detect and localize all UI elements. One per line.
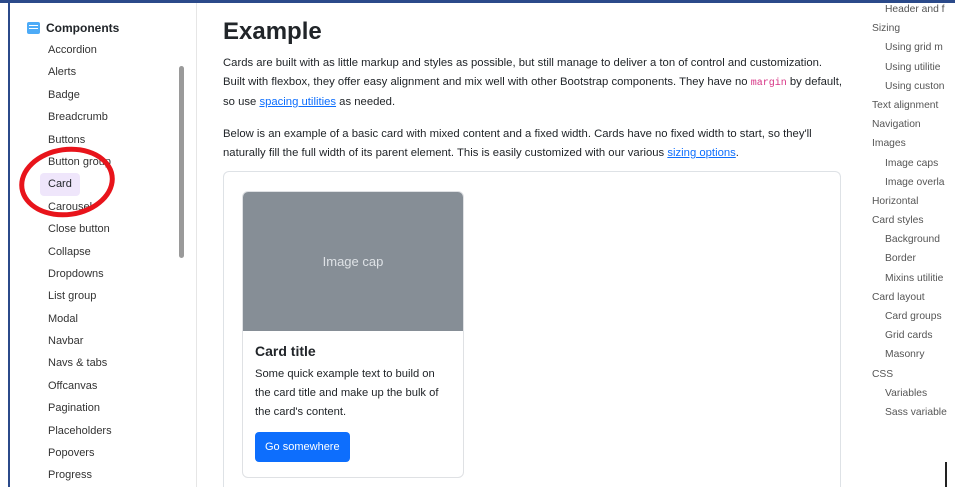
toc-item-images[interactable]: Images [872, 134, 947, 153]
sidebar-item-list-group[interactable]: List group [40, 285, 120, 307]
sidebar-item-breadcrumb[interactable]: Breadcrumb [40, 106, 120, 128]
sidebar-item-pagination[interactable]: Pagination [40, 397, 120, 419]
sidebar-item-button-group[interactable]: Button group [40, 151, 120, 173]
toc-item-css[interactable]: CSS [872, 365, 947, 384]
toc-item-image-caps[interactable]: Image caps [872, 154, 947, 173]
sidebar-item-carousel[interactable]: Carousel [40, 196, 120, 218]
toc-item-variables[interactable]: Variables [872, 384, 947, 403]
example-paragraph: Below is an example of a basic card with… [223, 125, 843, 163]
toc-item-header-and-f[interactable]: Header and f [872, 3, 947, 19]
toc-item-image-overla[interactable]: Image overla [872, 173, 947, 192]
toc-item-background[interactable]: Background [872, 230, 947, 249]
page-title: Example [223, 18, 322, 45]
sizing-options-link[interactable]: sizing options [667, 147, 735, 159]
toc-item-text-alignment[interactable]: Text alignment [872, 96, 947, 115]
toc-item-sass-variable[interactable]: Sass variable [872, 403, 947, 422]
toc-item-masonry[interactable]: Masonry [872, 345, 947, 364]
toc-item-using-grid-m[interactable]: Using grid m [872, 38, 947, 57]
sidebar-item-alerts[interactable]: Alerts [40, 61, 120, 83]
intro-text-1: Cards are built with as little markup an… [223, 57, 823, 88]
toc-item-border[interactable]: Border [872, 249, 947, 268]
sidebar-item-card[interactable]: Card [40, 173, 80, 196]
card-title: Card title [255, 343, 316, 359]
sidebar-item-progress[interactable]: Progress [40, 464, 120, 486]
toc-item-grid-cards[interactable]: Grid cards [872, 326, 947, 345]
toc-item-navigation[interactable]: Navigation [872, 115, 947, 134]
card-image-cap: Image cap [243, 192, 463, 331]
table-of-contents: Header and f Sizing Using grid m Using util… [872, 3, 955, 487]
intro-paragraph: Cards are built with as little markup an… [223, 54, 843, 112]
card-body: Card title Some quick example text to bu… [243, 331, 463, 474]
toc-list: Header and f Sizing Using grid m Using util… [872, 3, 947, 422]
margin-code: margin [750, 78, 787, 89]
sidebar-item-accordion[interactable]: Accordion [40, 39, 120, 61]
sidebar-item-navbar[interactable]: Navbar [40, 330, 120, 352]
toc-item-mixins-utilitie[interactable]: Mixins utilitie [872, 269, 947, 288]
intro-text-3: as needed. [336, 96, 396, 108]
card-text: Some quick example text to build on the … [255, 368, 439, 418]
sidebar-list: Accordion Alerts Badge Breadcrumb Buttons But… [40, 39, 120, 487]
card-image-cap-label: Image cap [322, 254, 384, 269]
sidebar-item-badge[interactable]: Badge [40, 84, 120, 106]
sidebar-section-label: Components [46, 21, 120, 35]
toc-item-using-utilitie[interactable]: Using utilitie [872, 58, 947, 77]
sidebar-item-close-button[interactable]: Close button [40, 218, 120, 240]
go-somewhere-button[interactable]: Go somewhere [255, 432, 350, 462]
example-text-2: . [735, 147, 739, 159]
sidebar-item-placeholders[interactable]: Placeholders [40, 420, 120, 442]
components-icon [27, 22, 40, 34]
sidebar-item-collapse[interactable]: Collapse [40, 241, 120, 263]
sidebar-item-modal[interactable]: Modal [40, 308, 120, 330]
spacing-utilities-link[interactable]: spacing utilities [259, 96, 336, 108]
toc-item-using-custon[interactable]: Using custon [872, 77, 947, 96]
sidebar-item-popovers[interactable]: Popovers [40, 442, 120, 464]
sidebar-scrollbar-thumb[interactable] [179, 66, 184, 258]
toc-item-horizontal[interactable]: Horizontal [872, 192, 947, 211]
toc-item-sizing[interactable]: Sizing [872, 19, 947, 38]
example-card: Image cap Card title Some quick example … [242, 191, 464, 478]
sidebar-item-navs-tabs[interactable]: Navs & tabs [40, 352, 120, 374]
toc-item-card-groups[interactable]: Card groups [872, 307, 947, 326]
window-border-right [945, 462, 947, 487]
sidebar-item-buttons[interactable]: Buttons [40, 129, 120, 151]
toc-item-card-layout[interactable]: Card layout [872, 288, 947, 307]
toc-item-card-styles[interactable]: Card styles [872, 211, 947, 230]
sidebar-item-dropdowns[interactable]: Dropdowns [40, 263, 120, 285]
sidebar-divider [196, 3, 197, 487]
sidebar-item-offcanvas[interactable]: Offcanvas [40, 375, 120, 397]
sidebar-section-header[interactable]: Components [27, 21, 119, 35]
